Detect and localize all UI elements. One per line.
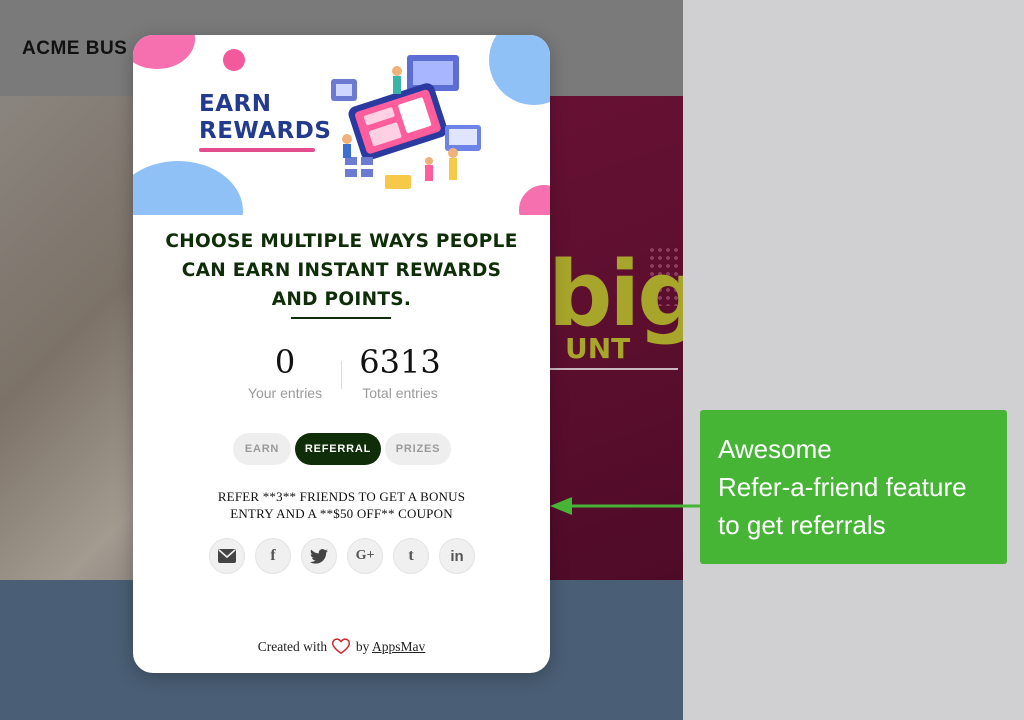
banner-blob (489, 35, 550, 105)
total-entries-stat: 6313 Total entries (340, 341, 460, 401)
popup-tabs: EARN REFERRAL PRIZES (233, 433, 453, 465)
callout-line2: Refer-a-friend feature (718, 472, 967, 502)
headline-line2: CAN EARN INSTANT REWARDS (181, 260, 502, 281)
rewards-popup: EARN REWARDS CHOOSE MULTIPLE WAYS PEOPLE… (133, 35, 550, 673)
heart-icon (332, 638, 351, 654)
annotation-callout: Awesome Refer-a-friend feature to get re… (700, 410, 1007, 564)
email-icon (218, 549, 236, 563)
popup-banner: EARN REWARDS (133, 35, 550, 215)
callout-line3: to get referrals (718, 510, 886, 540)
twitter-icon (310, 548, 328, 564)
created-with-text: Created with (257, 639, 328, 654)
callout-line1: Awesome (718, 434, 832, 464)
share-twitter-button[interactable] (301, 538, 337, 574)
linkedin-icon: in (450, 547, 464, 565)
share-tumblr-button[interactable]: t (393, 538, 429, 574)
share-facebook-button[interactable]: f (255, 538, 291, 574)
phone-illustration-icon (331, 55, 481, 189)
earn-rewards-title: EARN REWARDS (199, 91, 331, 145)
banner-blob (133, 35, 195, 69)
tab-prizes[interactable]: PRIZES (385, 433, 451, 465)
your-entries-value: 0 (274, 343, 296, 381)
hero-sub-text: UNT (565, 332, 631, 365)
banner-blob (133, 161, 243, 215)
facebook-icon: f (270, 547, 276, 564)
share-google-plus-button[interactable]: G+ (347, 538, 383, 574)
appsmav-link[interactable]: AppsMav (372, 639, 425, 654)
google-plus-icon: G+ (355, 548, 375, 563)
share-email-button[interactable] (209, 538, 245, 574)
your-entries-stat: 0 Your entries (225, 341, 345, 401)
headline-line1: CHOOSE MULTIPLE WAYS PEOPLE (165, 231, 518, 252)
by-text: by (355, 639, 370, 654)
headline-line3: AND POINTS. (271, 289, 412, 310)
headline-divider (291, 317, 391, 319)
total-entries-value: 6313 (359, 343, 441, 381)
entry-stats: 0 Your entries 6313 Total entries (133, 341, 550, 411)
share-buttons: f G+ t in (209, 538, 479, 574)
total-entries-label: Total entries (362, 385, 438, 401)
tab-referral[interactable]: REFERRAL (295, 433, 381, 465)
referral-offer-line2: ENTRY AND A **$50 OFF** COUPON (230, 506, 453, 521)
site-logo: ACME BUS (22, 38, 128, 59)
banner-blob (519, 185, 550, 215)
share-linkedin-button[interactable]: in (439, 538, 475, 574)
popup-headline: CHOOSE MULTIPLE WAYS PEOPLE CAN EARN INS… (153, 227, 530, 314)
tab-earn[interactable]: EARN (233, 433, 291, 465)
tumblr-icon: t (408, 547, 414, 564)
earn-title-line1: EARN (199, 91, 272, 117)
earn-title-line2: REWARDS (199, 118, 332, 144)
earn-title-underline (199, 148, 315, 152)
referral-offer-line1: REFER **3** FRIENDS TO GET A BONUS (217, 489, 466, 504)
referral-offer-text: REFER **3** FRIENDS TO GET A BONUS ENTRY… (173, 488, 510, 522)
hero-divider (548, 368, 678, 370)
banner-blob (223, 49, 245, 71)
annotation-arrow-icon (550, 497, 700, 515)
your-entries-label: Your entries (247, 385, 323, 401)
footer-credit: Created with by AppsMav (133, 638, 550, 655)
